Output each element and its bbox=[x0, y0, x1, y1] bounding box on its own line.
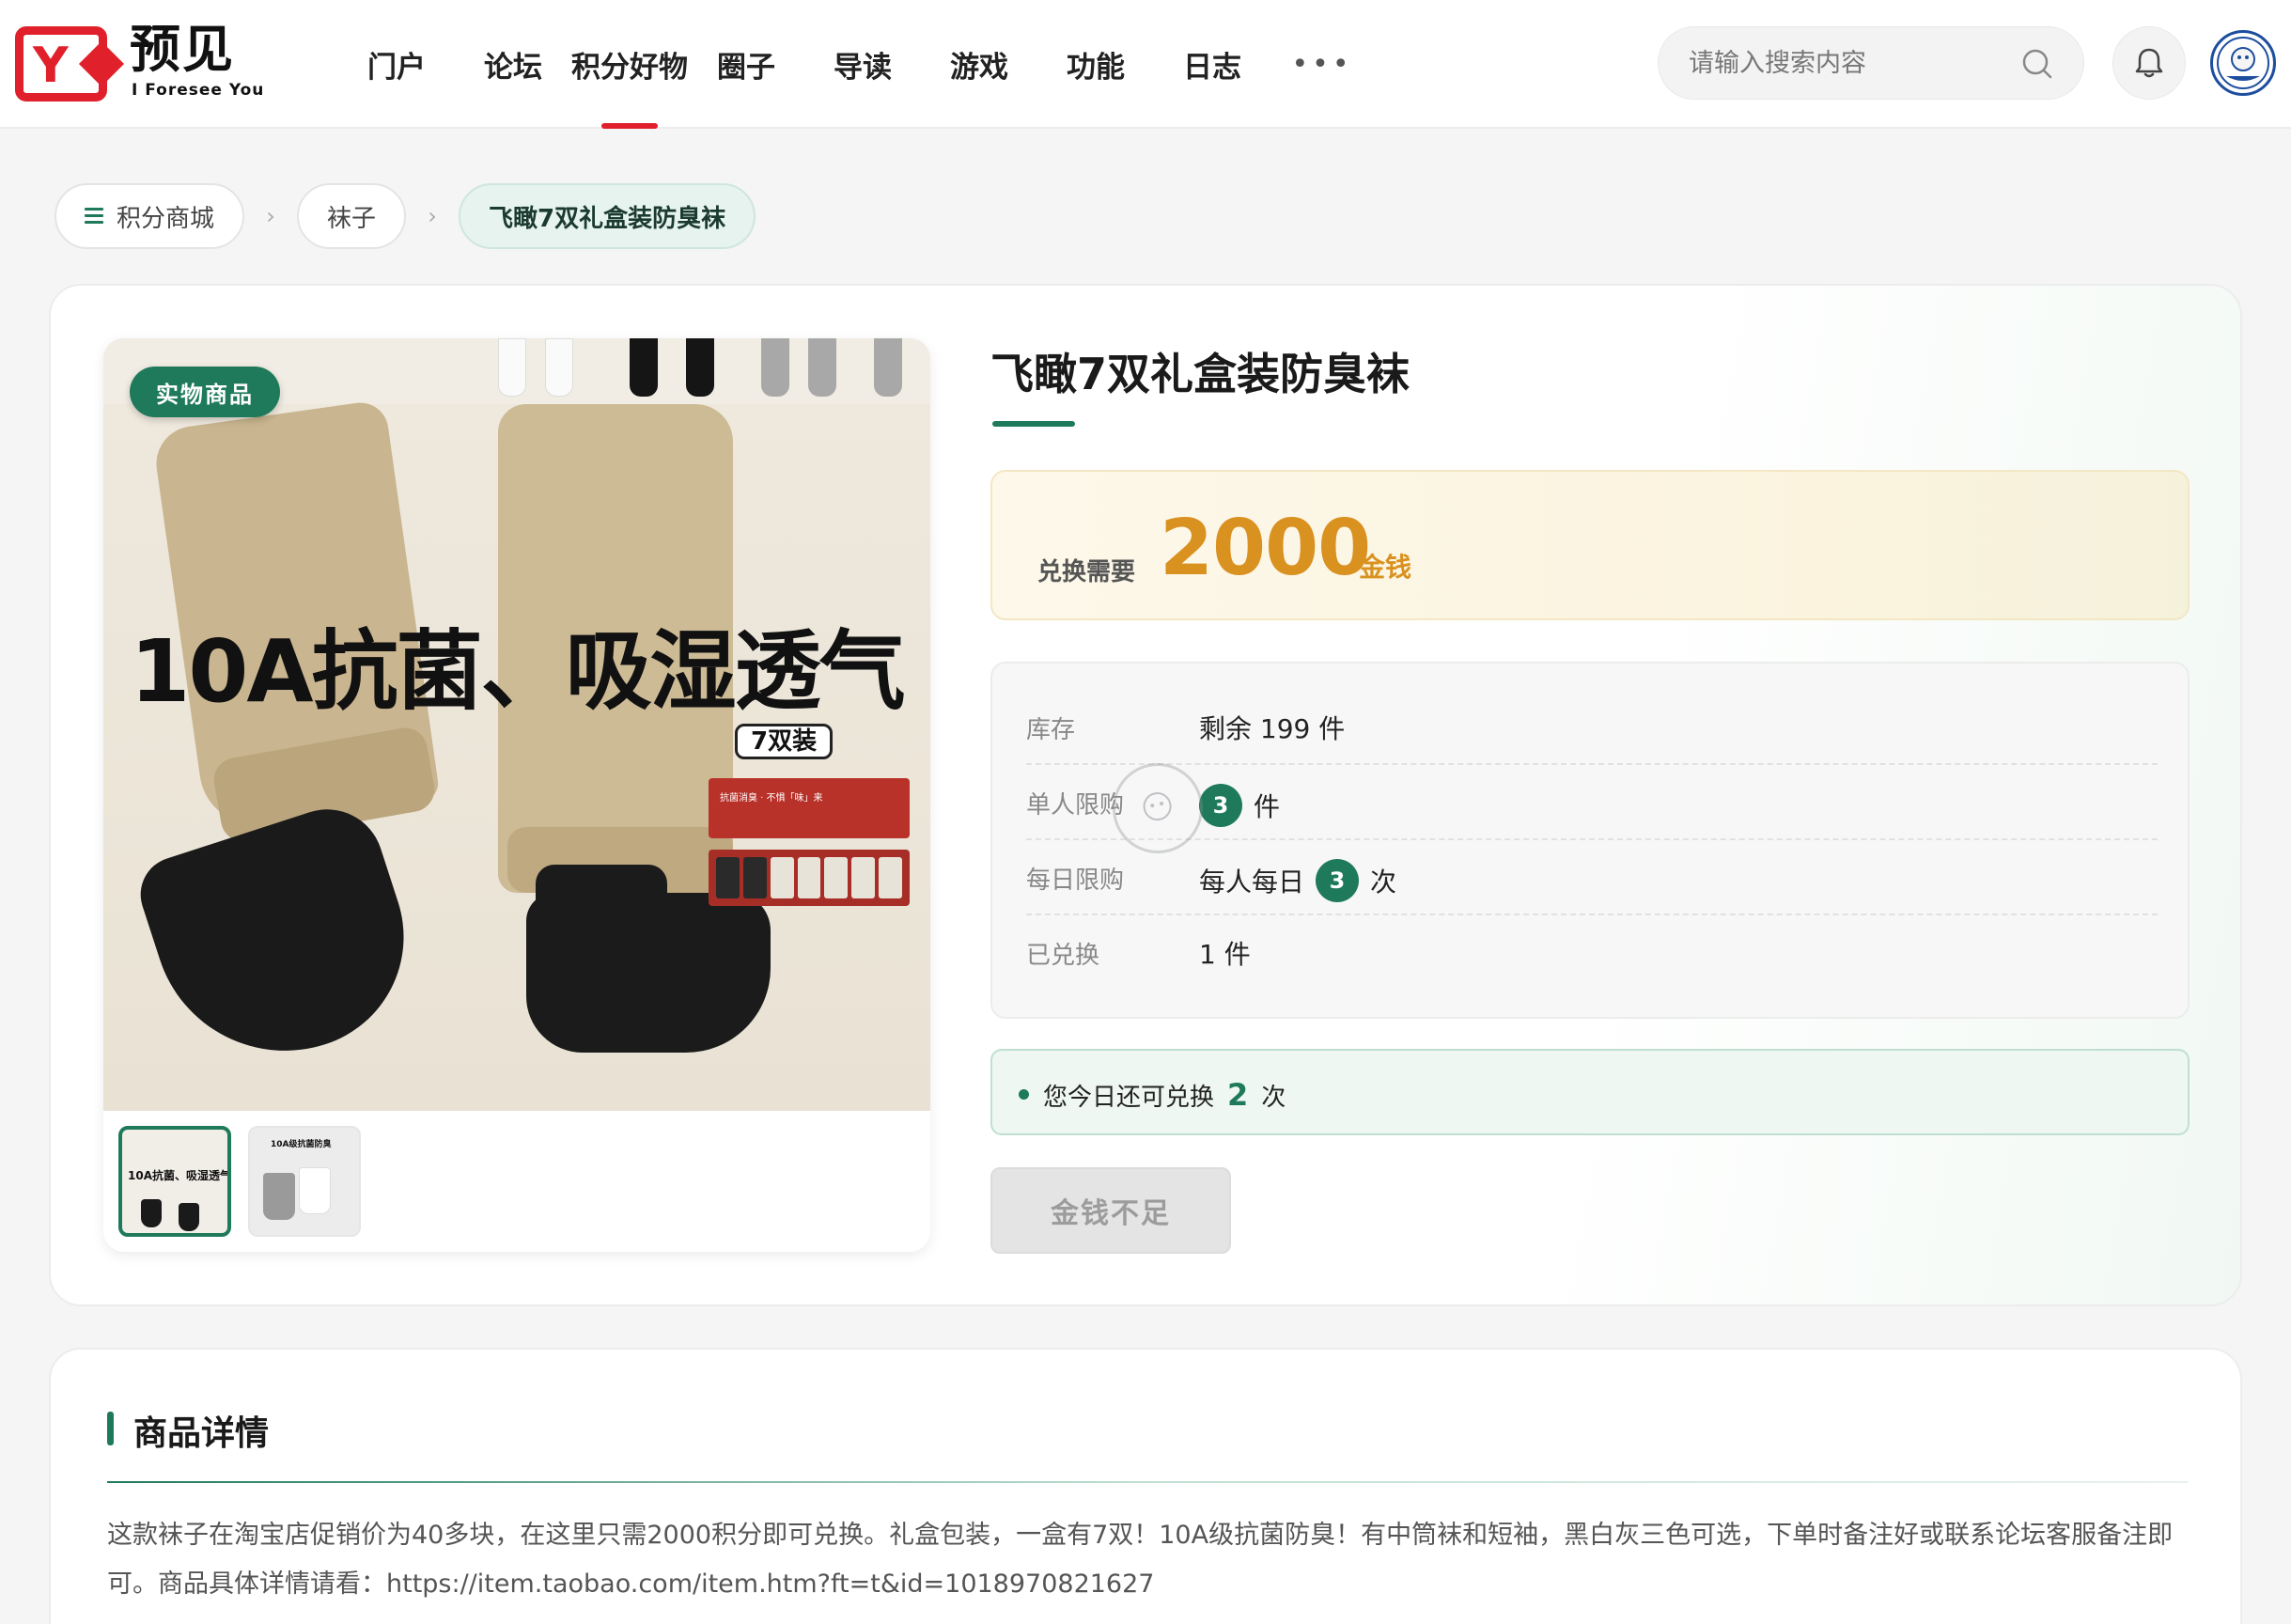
avatar-icon bbox=[2217, 37, 2269, 89]
pack-label: 7双装 bbox=[735, 724, 834, 759]
per-user-limit-badge: 3 bbox=[1199, 784, 1242, 827]
product-title: 飞瞰7双礼盒装防臭袜 bbox=[990, 349, 1410, 399]
product-gallery: 10A抗菌、吸湿透气 7双装 抗菌消臭 · 不惧「味」来 实物商品 10A抗菌、… bbox=[103, 338, 930, 1252]
main-nav: 门户 论坛 积分好物 圈子 导读 游戏 功能 日志 ••• bbox=[338, 0, 1374, 129]
stat-row-redeemed: 已兑换 1 件 bbox=[1026, 939, 1251, 970]
thumbnail-2[interactable]: 10A级抗菌防臭 bbox=[248, 1126, 361, 1237]
bell-icon bbox=[2135, 48, 2163, 78]
breadcrumb-socks[interactable]: 袜子 bbox=[297, 183, 407, 249]
product-main-image[interactable]: 10A抗菌、吸湿透气 7双装 抗菌消臭 · 不惧「味」来 bbox=[103, 338, 930, 1111]
redeem-button-disabled[interactable]: 金钱不足 bbox=[990, 1167, 1231, 1254]
details-title: 商品详情 bbox=[133, 1414, 270, 1453]
nav-item-portal[interactable]: 门户 bbox=[338, 0, 455, 129]
top-header: Y 预见 I Foresee You 门户 论坛 积分好物 圈子 导读 游戏 功… bbox=[0, 0, 2291, 129]
breadcrumb-current-product: 飞瞰7双礼盒装防臭袜 bbox=[459, 183, 756, 249]
nav-item-guide[interactable]: 导读 bbox=[804, 0, 921, 129]
breadcrumb-label: 积分商城 bbox=[117, 204, 215, 233]
gift-box bbox=[709, 850, 910, 906]
nav-item-points-goods[interactable]: 积分好物 bbox=[571, 0, 688, 129]
nav-item-forum[interactable]: 论坛 bbox=[455, 0, 571, 129]
nav-item-logs[interactable]: 日志 bbox=[1154, 0, 1270, 129]
logo-subtitle: I Foresee You bbox=[132, 81, 265, 100]
breadcrumb-separator: › bbox=[266, 203, 275, 229]
nav-more-button[interactable]: ••• bbox=[1270, 0, 1374, 129]
price-value: 2000 bbox=[1160, 504, 1371, 593]
remaining-redemptions-notice: 您今日还可兑换 2 次 bbox=[990, 1049, 2190, 1135]
user-avatar[interactable] bbox=[2210, 30, 2276, 96]
gift-box-lid: 抗菌消臭 · 不惧「味」来 bbox=[709, 778, 910, 838]
search-box bbox=[1658, 26, 2084, 100]
search-icon[interactable] bbox=[2019, 46, 2055, 82]
logo-text: 预见 bbox=[130, 20, 235, 79]
price-box: 兑换需要 2000 金钱 bbox=[990, 470, 2190, 620]
details-divider bbox=[107, 1481, 2188, 1483]
site-logo[interactable]: Y 预见 I Foresee You bbox=[15, 20, 263, 109]
notice-dot-icon bbox=[1019, 1089, 1029, 1100]
title-underline bbox=[992, 421, 1075, 427]
thumbnail-list: 10A抗菌、吸湿透气 10A级抗菌防臭 bbox=[118, 1126, 361, 1239]
product-card: 10A抗菌、吸湿透气 7双装 抗菌消臭 · 不惧「味」来 实物商品 10A抗菌、… bbox=[49, 284, 2242, 1306]
thumbnail-1[interactable]: 10A抗菌、吸湿透气 bbox=[118, 1126, 231, 1237]
notification-button[interactable] bbox=[2112, 26, 2186, 100]
breadcrumb-points-mall[interactable]: 积分商城 bbox=[55, 183, 245, 249]
search-input[interactable] bbox=[1689, 27, 2008, 99]
physical-goods-badge: 实物商品 bbox=[130, 367, 280, 417]
breadcrumb: 积分商城 › 袜子 › 飞瞰7双礼盒装防臭袜 bbox=[55, 183, 756, 249]
image-headline: 10A抗菌、吸湿透气 bbox=[130, 621, 905, 722]
nav-item-games[interactable]: 游戏 bbox=[921, 0, 1037, 129]
price-unit: 金钱 bbox=[1359, 552, 1412, 583]
nav-item-features[interactable]: 功能 bbox=[1037, 0, 1154, 129]
menu-icon bbox=[85, 208, 103, 225]
section-marker bbox=[107, 1412, 114, 1445]
breadcrumb-separator: › bbox=[428, 203, 437, 229]
stat-row-daily-limit: 每日限购 每人每日 3 次 bbox=[1026, 840, 2158, 915]
price-label: 兑换需要 bbox=[1037, 558, 1136, 586]
daily-limit-badge: 3 bbox=[1316, 859, 1360, 902]
details-description: 这款袜子在淘宝店促销价为40多块，在这里只需2000积分即可兑换。礼盒包装，一盒… bbox=[107, 1521, 2174, 1599]
logo-mark-icon: Y bbox=[15, 26, 125, 102]
stats-box: 库存 剩余 199 件 单人限购 3 件 每日限购 每人每日 3 次 已兑换 1… bbox=[990, 662, 2190, 1019]
stat-row-stock: 库存 剩余 199 件 bbox=[1026, 690, 2158, 765]
product-details-card: 商品详情 这款袜子在淘宝店促销价为40多块，在这里只需2000积分即可兑换。礼盒… bbox=[49, 1348, 2242, 1624]
nav-item-circles[interactable]: 圈子 bbox=[688, 0, 804, 129]
remaining-count: 2 bbox=[1227, 1077, 1249, 1113]
